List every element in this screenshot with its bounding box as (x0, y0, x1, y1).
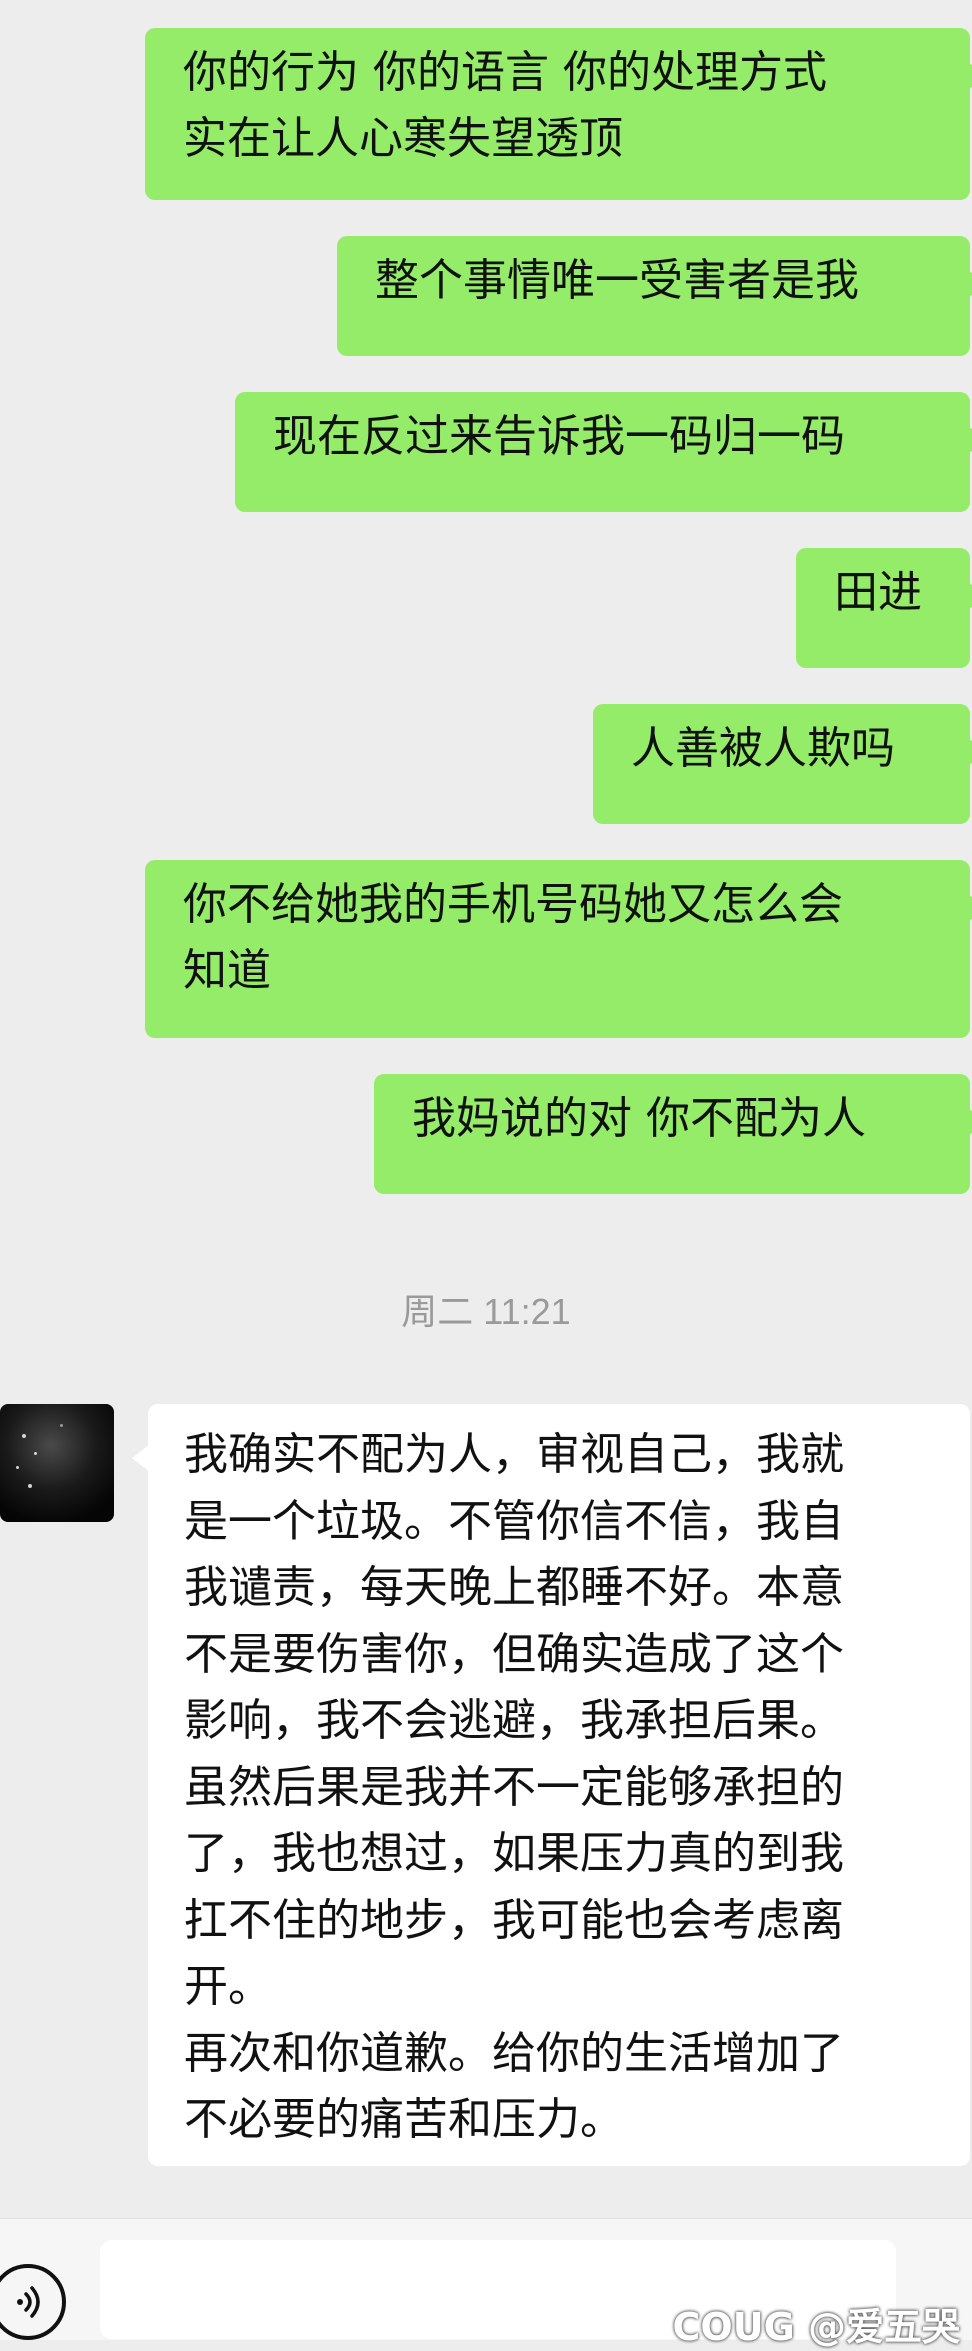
message-bubble-incoming[interactable]: 我确实不配为人，审视自己，我就 是一个垃圾。不管你信不信，我自 我谴责，每天晚上… (132, 1404, 970, 2166)
voice-icon (17, 2286, 40, 2318)
message-bubble-outgoing[interactable]: 你不给她我的手机号码她又怎么会 知道 (145, 860, 972, 1038)
contact-avatar[interactable] (0, 1404, 114, 1522)
message-bubble-outgoing[interactable]: 田进 (796, 548, 972, 668)
message-bubble-outgoing[interactable]: 现在反过来告诉我一码归一码 (235, 392, 972, 512)
message-bubble-outgoing[interactable]: 你的行为 你的语言 你的处理方式 实在让人心寒失望透顶 (145, 28, 972, 200)
message-bubble-outgoing[interactable]: 人善被人欺吗 (593, 704, 972, 824)
message-timestamp: 周二 11:21 (401, 1291, 571, 1332)
watermark: COUG @爱五哭 (672, 2305, 960, 2349)
message-bubble-outgoing[interactable]: 我妈说的对 你不配为人 (374, 1074, 972, 1194)
message-bubble-outgoing[interactable]: 整个事情唯一受害者是我 (337, 236, 972, 356)
chat-area: 你的行为 你的语言 你的处理方式 实在让人心寒失望透顶 整个事情唯一受害者是我 … (0, 0, 972, 2339)
